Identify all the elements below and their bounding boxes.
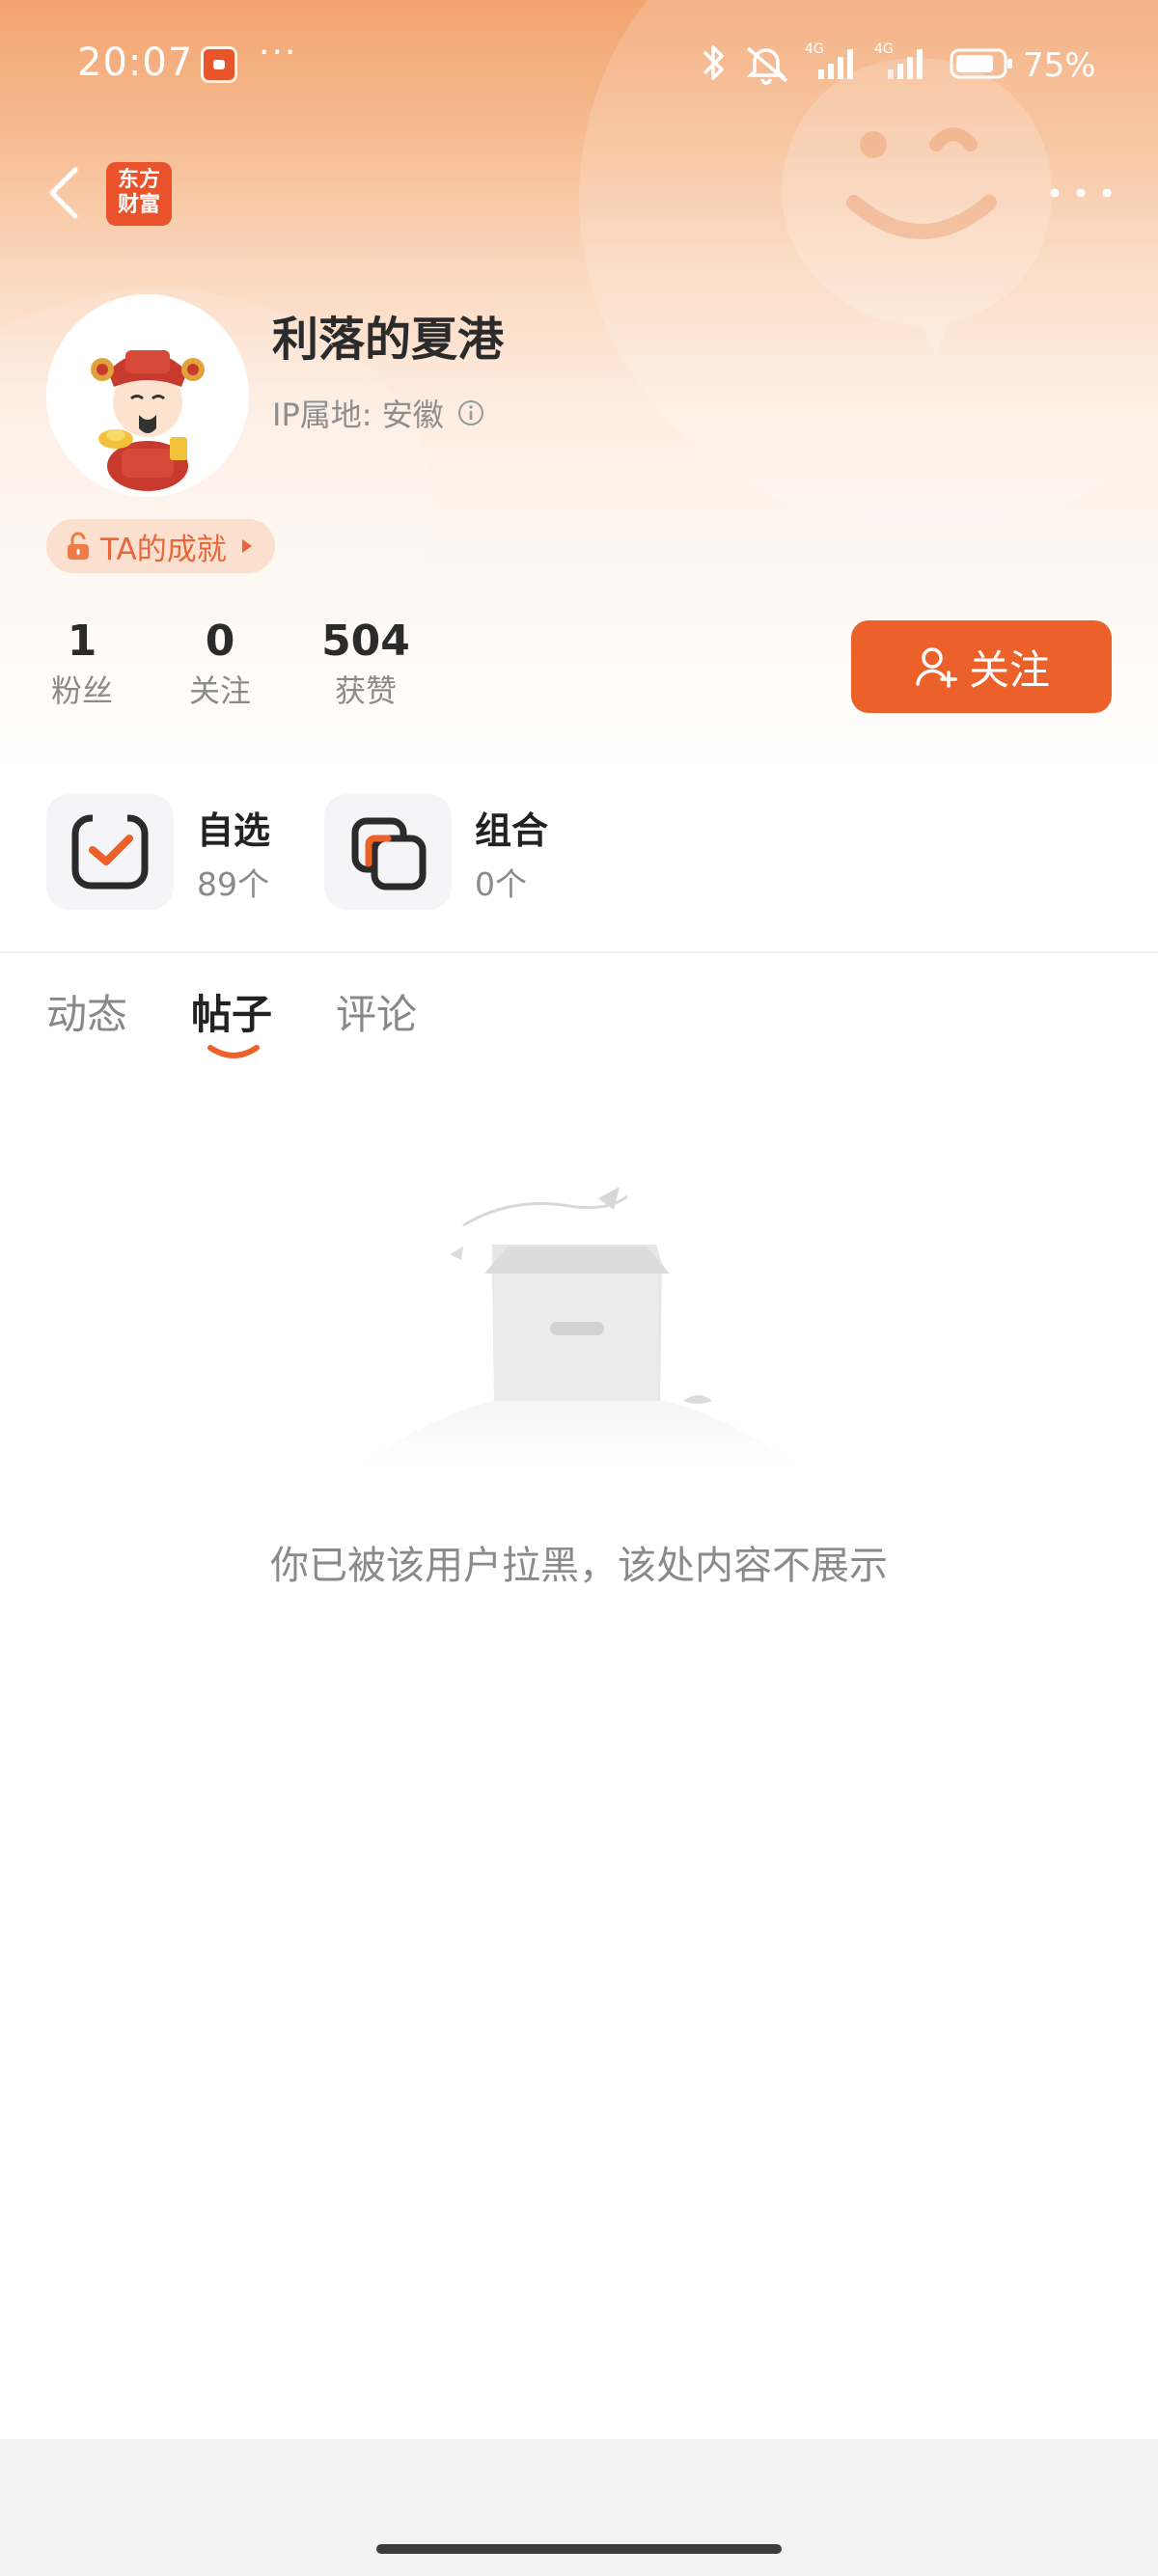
avatar[interactable] <box>46 294 249 497</box>
notification-app-icon <box>201 46 237 83</box>
back-arrow-icon[interactable] <box>42 162 85 224</box>
stat-followers[interactable]: 1 粉丝 <box>24 614 140 712</box>
network-label-2: 4G <box>874 41 894 57</box>
status-time: 20:07 <box>77 41 194 85</box>
app-logo: 东方 财富 <box>106 162 172 226</box>
battery-icon <box>950 48 1012 79</box>
more-options-icon[interactable] <box>1047 183 1115 203</box>
stat-label: 关注 <box>188 672 251 709</box>
achievement-button[interactable]: TA的成就 <box>46 519 275 573</box>
network-label-1: 4G <box>805 41 824 57</box>
shortcut-title[interactable]: 自选 <box>197 801 270 854</box>
watchlist-icon <box>71 810 149 890</box>
info-icon[interactable] <box>457 399 484 426</box>
triangle-right-icon <box>241 539 252 553</box>
ip-location-text: IP属地: 安徽 <box>272 397 444 433</box>
active-tab-indicator <box>207 1045 260 1058</box>
follow-button-label: 关注 <box>968 645 1050 694</box>
logo-text-line2: 财富 <box>117 193 160 217</box>
portfolio-shortcut[interactable] <box>324 794 452 910</box>
content-card <box>0 764 1158 2443</box>
stat-value: 0 <box>205 617 235 666</box>
stat-following[interactable]: 0 关注 <box>162 614 278 712</box>
stat-value: 504 <box>321 617 410 666</box>
ip-location-row: IP属地: 安徽 <box>272 391 484 435</box>
battery-percentage: 75% <box>1023 46 1096 85</box>
status-more-indicator: ··· <box>259 33 298 72</box>
follow-button[interactable]: 关注 <box>851 620 1112 713</box>
status-icons: 4G 4G <box>703 41 1012 85</box>
mute-bell-icon <box>746 46 788 85</box>
portfolio-icon <box>351 817 427 891</box>
shortcut-count: 0个 <box>475 865 527 903</box>
username: 利落的夏港 <box>272 313 505 367</box>
fortune-god-avatar-icon <box>46 294 249 497</box>
achievement-label: TA的成就 <box>100 532 227 567</box>
bottom-bar <box>0 2439 1158 2576</box>
stat-likes[interactable]: 504 获赞 <box>308 614 424 712</box>
tab-comments[interactable]: 评论 <box>336 982 417 1041</box>
shortcut-count: 89个 <box>197 865 269 903</box>
shortcut-title[interactable]: 组合 <box>475 801 548 854</box>
stat-label: 粉丝 <box>50 672 113 709</box>
blocked-message: 你已被该用户拉黑，该处内容不展示 <box>270 1544 888 1588</box>
tab-posts[interactable]: 帖子 <box>191 982 272 1041</box>
stat-value: 1 <box>67 617 97 666</box>
unlock-icon <box>68 532 89 560</box>
bluetooth-icon <box>703 45 724 80</box>
home-indicator[interactable] <box>376 2544 782 2554</box>
add-user-icon <box>916 647 957 688</box>
section-divider <box>0 951 1158 953</box>
stat-label: 获赞 <box>334 672 397 709</box>
status-bar: 20:07 ··· 4G 4G 75% <box>0 0 1158 135</box>
empty-box-illustration <box>357 1187 801 1466</box>
tab-activity[interactable]: 动态 <box>46 982 127 1041</box>
watchlist-shortcut[interactable] <box>46 794 174 910</box>
logo-text-line1: 东方 <box>117 168 160 192</box>
